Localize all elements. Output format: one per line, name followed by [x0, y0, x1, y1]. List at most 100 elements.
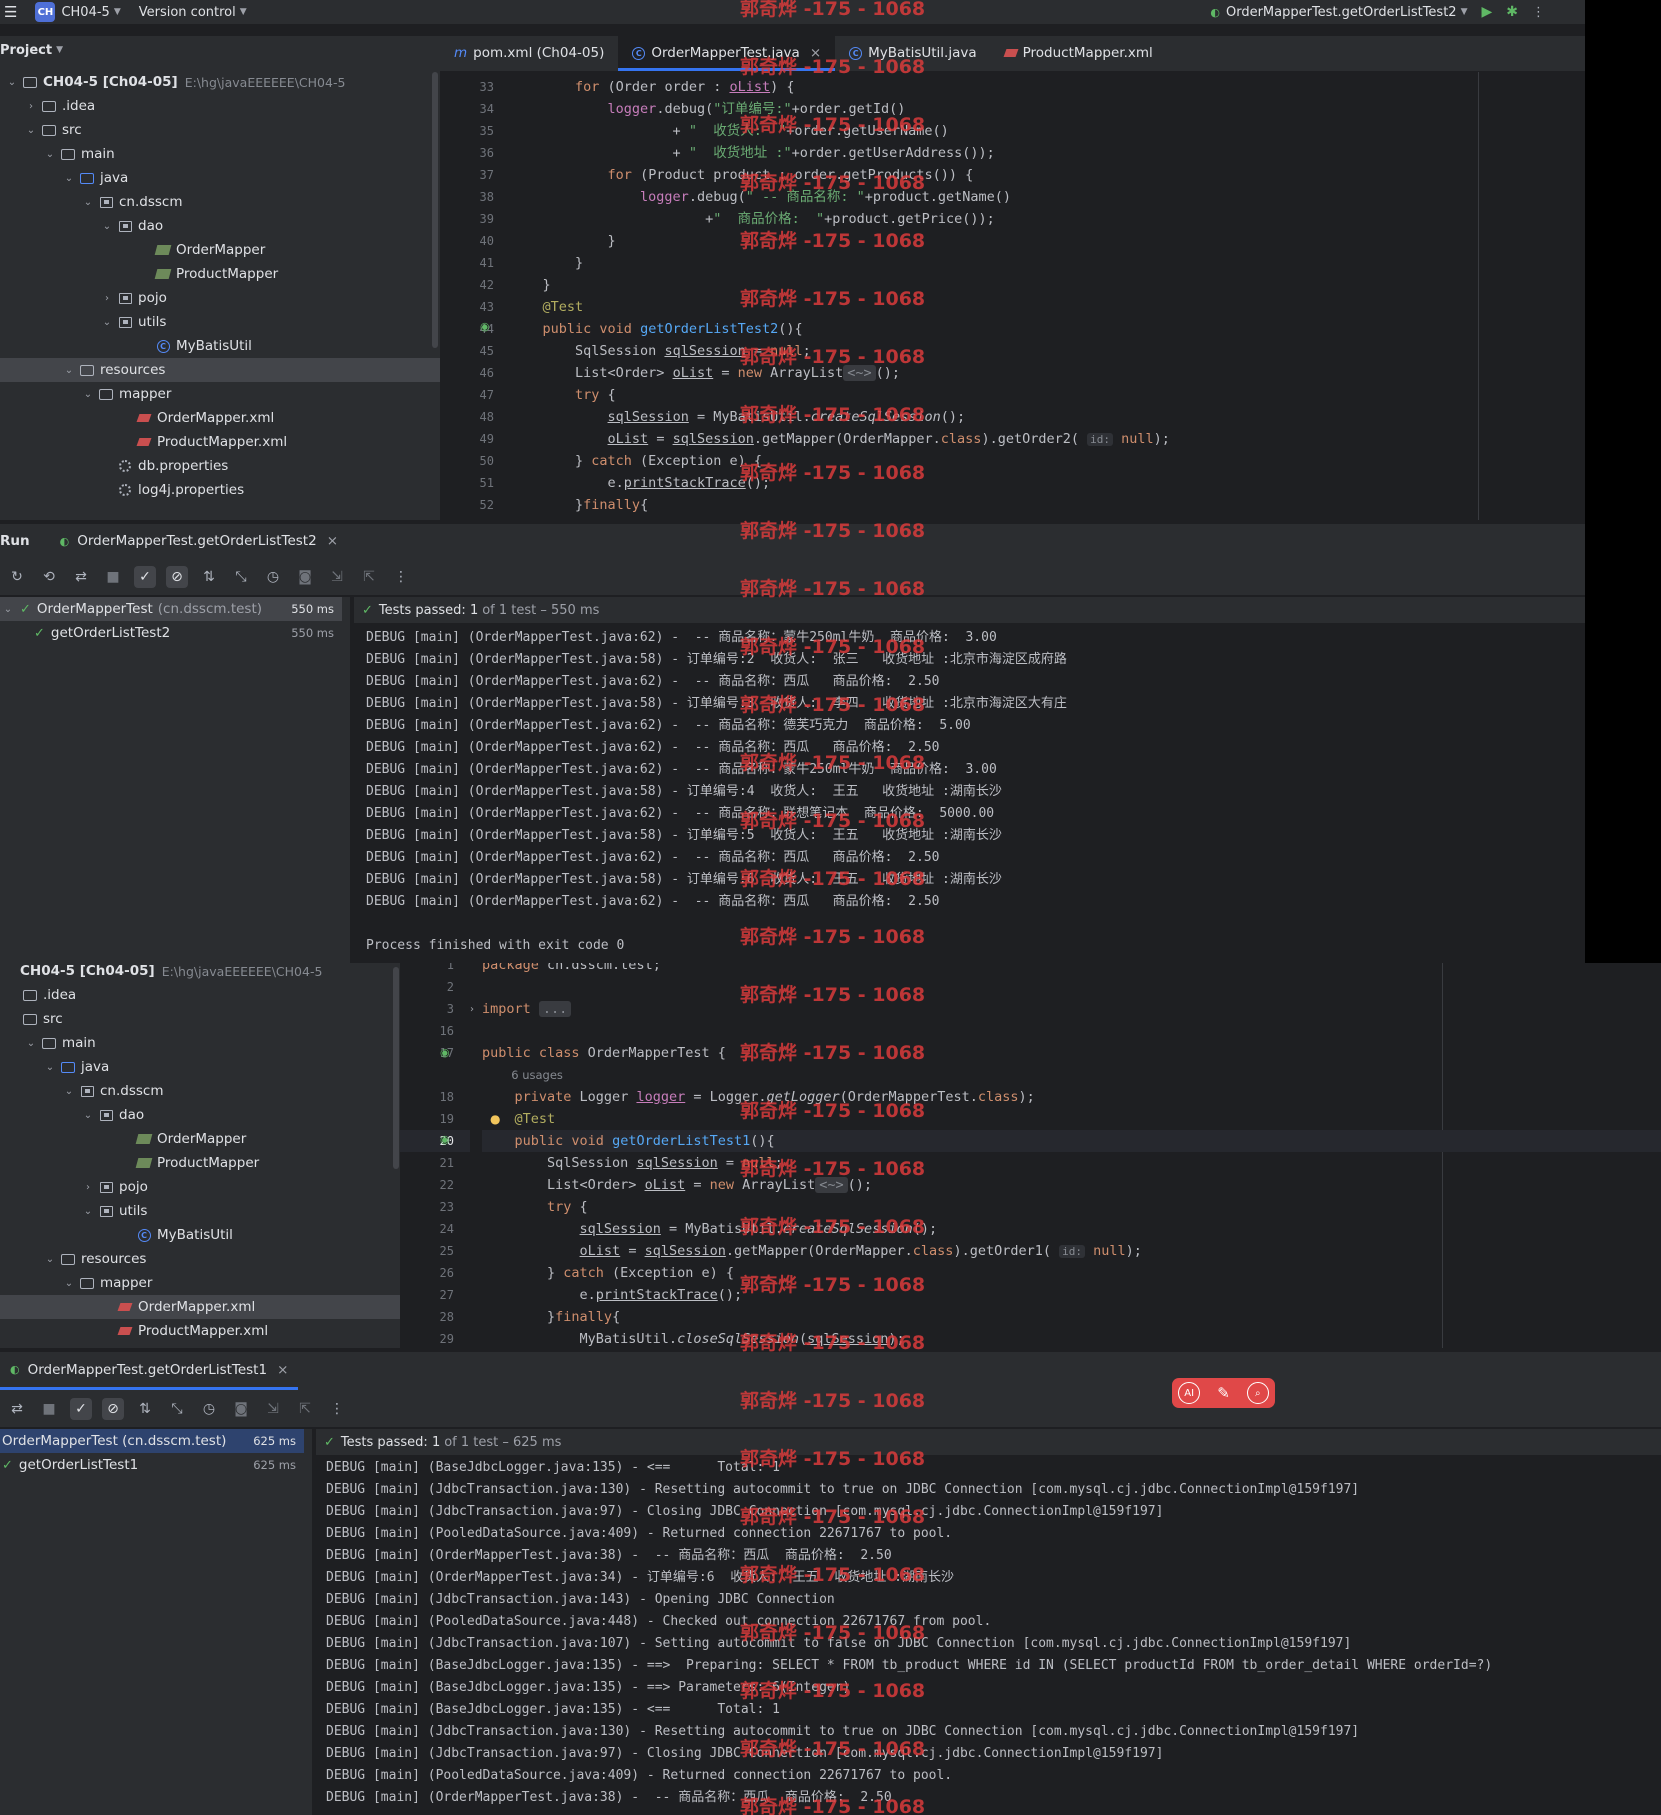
- editor-tab[interactable]: C OrderMapperTest.java ×: [618, 36, 836, 71]
- tree-item[interactable]: src: [0, 1007, 400, 1031]
- run-configuration-selector[interactable]: ◐ OrderMapperTest.getOrderListTest2 ▼: [1210, 5, 1467, 20]
- project-view-header[interactable]: Project ▼: [0, 36, 440, 64]
- chevron-down-icon[interactable]: ⌄: [42, 149, 58, 160]
- chevron-down-icon[interactable]: ⌄: [42, 1254, 58, 1265]
- tree-item[interactable]: ⌄ src: [0, 118, 440, 142]
- chevron-down-icon[interactable]: ⌄: [80, 1206, 96, 1217]
- chevron-down-icon[interactable]: ⌄: [61, 1086, 77, 1097]
- more-icon[interactable]: ⋮: [1532, 5, 1545, 20]
- editor-tab[interactable]: m pom.xml (Ch04-05): [440, 36, 618, 71]
- tree-item[interactable]: ⌄ resources: [0, 358, 440, 382]
- stop-icon[interactable]: ■: [38, 1398, 60, 1420]
- toggle-auto-test-icon[interactable]: ⇄: [70, 566, 92, 588]
- tree-item[interactable]: OrderMapper: [0, 238, 440, 262]
- tree-item[interactable]: C MyBatisUtil: [0, 1223, 400, 1247]
- chevron-down-icon[interactable]: ⌄: [23, 125, 39, 136]
- tree-item[interactable]: ⌄ dao: [0, 1103, 400, 1127]
- run-tab[interactable]: ◐ OrderMapperTest.getOrderListTest2 ×: [60, 533, 338, 549]
- tree-item[interactable]: C MyBatisUtil: [0, 334, 440, 358]
- run-tab[interactable]: ◐ OrderMapperTest.getOrderListTest1 ×: [0, 1352, 299, 1390]
- import-icon[interactable]: ⇲: [326, 566, 348, 588]
- tree-item[interactable]: ⌄ CH04-5 [Ch04-05] E:\hg\javaEEEEEE\CH04-5: [0, 70, 440, 94]
- tree-item[interactable]: ⌄ main: [0, 142, 440, 166]
- close-icon[interactable]: ×: [277, 1362, 288, 1378]
- tree-item[interactable]: › pojo: [0, 286, 440, 310]
- ai-icon[interactable]: AI: [1178, 1382, 1201, 1404]
- chevron-down-icon[interactable]: ⌄: [23, 1038, 39, 1049]
- tree-item[interactable]: db.properties: [0, 454, 440, 478]
- tree-item[interactable]: ⌄ main: [0, 1031, 400, 1055]
- stop-icon[interactable]: ■: [102, 566, 124, 588]
- tree-item[interactable]: ProductMapper: [0, 1151, 400, 1175]
- editor-tab[interactable]: ProductMapper.xml: [991, 36, 1167, 71]
- show-ignored-icon[interactable]: ⊘: [166, 565, 188, 588]
- camera-icon[interactable]: ◙: [294, 566, 316, 588]
- debug-icon[interactable]: ✱: [1506, 4, 1518, 20]
- tree-item[interactable]: ⌄ mapper: [0, 382, 440, 406]
- code-editor-2[interactable]: 1 2 3 16 17 18 19 20 21 22 23 24 25 26 27 28 29 ◉ ◉ ● › …: [400, 963, 1661, 1348]
- console-output[interactable]: ✓ Tests passed: 1 of 1 test – 550 ms DEB…: [354, 597, 1585, 963]
- fold-icon[interactable]: ›: [470, 1004, 474, 1015]
- test-suite-row[interactable]: ⌄ ✓ OrderMapperTest (cn.dsscm.test) 550 …: [0, 597, 342, 621]
- chevron-down-icon[interactable]: ⌄: [61, 365, 77, 376]
- run-icon[interactable]: ▶: [1481, 4, 1492, 20]
- tree-item[interactable]: ProductMapper: [0, 262, 440, 286]
- chevron-down-icon[interactable]: ⌄: [42, 1062, 58, 1073]
- tree-item[interactable]: › pojo: [0, 1175, 400, 1199]
- chevron-down-icon[interactable]: ⌄: [61, 1278, 77, 1289]
- tree-item[interactable]: ⌄ utils: [0, 1199, 400, 1223]
- usages-hint[interactable]: 6 usages: [511, 1068, 563, 1082]
- tree-item[interactable]: ProductMapper.xml: [0, 1319, 400, 1343]
- chevron-right-icon[interactable]: ›: [23, 101, 39, 112]
- tree-item[interactable]: OrderMapper: [0, 1127, 400, 1151]
- collapse-all-icon[interactable]: ⤡: [230, 566, 252, 588]
- chevron-right-icon[interactable]: ›: [80, 1182, 96, 1193]
- test-run-gutter-icon[interactable]: ◉: [440, 1133, 450, 1146]
- tree-item[interactable]: OrderMapper.xml: [0, 406, 440, 430]
- tree-scrollbar[interactable]: [393, 967, 399, 1169]
- tree-item[interactable]: ⌄ resources: [0, 1247, 400, 1271]
- rerun-failed-icon[interactable]: ⟲: [38, 566, 60, 588]
- tree-item[interactable]: CH04-5 [Ch04-05] E:\hg\javaEEEEEE\CH04-5: [0, 963, 400, 983]
- close-icon[interactable]: ×: [327, 533, 338, 549]
- chevron-down-icon[interactable]: ⌄: [80, 1110, 96, 1121]
- tree-item[interactable]: ⌄ cn.dsscm: [0, 190, 440, 214]
- magic-wand-icon[interactable]: ✎: [1212, 1382, 1234, 1404]
- tree-scrollbar[interactable]: [432, 72, 438, 348]
- tree-item[interactable]: ⌄ utils: [0, 310, 440, 334]
- tree-item[interactable]: ⌄ java: [0, 166, 440, 190]
- rerun-icon[interactable]: ↻: [6, 566, 28, 588]
- show-ignored-icon[interactable]: ⊘: [102, 1397, 124, 1420]
- import-icon[interactable]: ⇲: [262, 1398, 284, 1420]
- more-icon[interactable]: ⋮: [326, 1398, 348, 1420]
- more-icon[interactable]: ⋮: [390, 566, 412, 588]
- toggle-auto-test-icon[interactable]: ⇄: [6, 1398, 28, 1420]
- version-control-menu[interactable]: Version control ▼: [139, 5, 247, 20]
- tree-item[interactable]: .idea: [0, 983, 400, 1007]
- project-switcher[interactable]: CH CH04-5 ▼: [35, 2, 121, 22]
- tree-item[interactable]: OrderMapper.xml: [0, 1295, 400, 1319]
- chevron-down-icon[interactable]: ⌄: [80, 389, 96, 400]
- search-icon[interactable]: ⌕: [1246, 1382, 1269, 1404]
- export-icon[interactable]: ⇱: [358, 566, 380, 588]
- tree-item[interactable]: ⌄ dao: [0, 214, 440, 238]
- tree-item[interactable]: ⌄ cn.dsscm: [0, 1079, 400, 1103]
- tree-item[interactable]: ⌄ java: [0, 1055, 400, 1079]
- tree-item[interactable]: ⌄ mapper: [0, 1271, 400, 1295]
- test-case-row[interactable]: ✓ getOrderListTest1 625 ms: [0, 1453, 304, 1477]
- chevron-right-icon[interactable]: ›: [99, 293, 115, 304]
- show-passed-icon[interactable]: ✓: [134, 565, 156, 588]
- history-icon[interactable]: ◷: [198, 1398, 220, 1420]
- tree-item[interactable]: log4j.properties: [0, 478, 440, 502]
- chevron-down-icon[interactable]: ⌄: [4, 77, 20, 88]
- close-icon[interactable]: ×: [810, 45, 821, 61]
- code-editor[interactable]: 33 34 35 36 37 38 39 40 41 42 43 44 45 46 47 48 49 50 51 52…: [440, 72, 1585, 520]
- chevron-down-icon[interactable]: ⌄: [80, 197, 96, 208]
- test-suite-row[interactable]: OrderMapperTest (cn.dsscm.test) 625 ms: [0, 1429, 304, 1453]
- main-menu-icon[interactable]: ☰: [4, 3, 17, 21]
- chevron-down-icon[interactable]: ⌄: [99, 317, 115, 328]
- show-passed-icon[interactable]: ✓: [70, 1397, 92, 1420]
- test-case-row[interactable]: ✓ getOrderListTest2 550 ms: [0, 621, 342, 645]
- chevron-down-icon[interactable]: ⌄: [61, 173, 77, 184]
- console-output-2[interactable]: ✓ Tests passed: 1 of 1 test – 625 ms DEB…: [316, 1429, 1661, 1815]
